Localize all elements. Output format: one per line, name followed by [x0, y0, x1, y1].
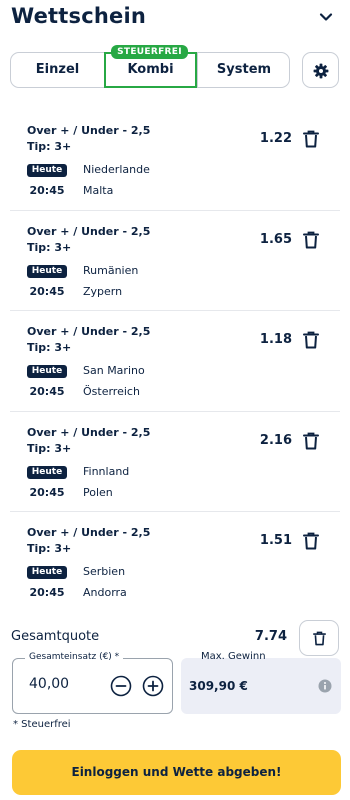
bet-odds: 1.18 [259, 332, 292, 347]
tax-free-footnote: * Steuerfrei [13, 719, 71, 730]
info-icon[interactable] [318, 679, 332, 693]
home-team: San Marino [83, 364, 145, 377]
stake-field: Gesamteinsatz (€) * [12, 652, 173, 714]
today-badge: Heute [27, 164, 67, 177]
gear-icon [313, 63, 329, 79]
bet-odds: 2.16 [259, 432, 292, 448]
trash-icon[interactable] [303, 331, 319, 349]
bet-tip: Tip: 3+ [27, 240, 72, 254]
bet-market: Over + / Under - 2,5 [27, 124, 151, 137]
away-team: Zypern [83, 284, 123, 298]
bet-list: Over + / Under - 2,5 Tip: 3+ 1.22 Heute … [10, 110, 340, 613]
today-badge: Heute [27, 365, 67, 378]
bet-market: Over + / Under - 2,5 [27, 425, 151, 439]
minus-circle-icon[interactable] [110, 675, 132, 697]
max-win-label: Max. Gewinn [201, 651, 266, 662]
max-win-box: Max. Gewinn 309,90 € [181, 651, 341, 714]
match-time: 20:45 [29, 485, 65, 499]
match-time: 20:45 [29, 586, 65, 599]
bet-tip: Tip: 3+ [27, 542, 72, 555]
page-title: Wettschein [11, 4, 147, 28]
bet-item: Over + / Under - 2,5 Tip: 3+ 1.22 Heute … [10, 110, 340, 211]
settings-button[interactable] [302, 52, 339, 88]
bet-odds: 1.22 [259, 131, 292, 146]
today-badge: Heute [27, 566, 67, 579]
match-time: 20:45 [29, 284, 65, 298]
trash-icon [313, 631, 326, 646]
betslip-header: Wettschein [0, 0, 350, 40]
today-badge: Heute [27, 264, 67, 278]
clear-betslip-button[interactable] [299, 620, 339, 656]
bet-tip: Tip: 3+ [27, 441, 72, 455]
bet-market: Over + / Under - 2,5 [27, 325, 151, 338]
bet-item: Over + / Under - 2,5 Tip: 3+ 1.51 Heute … [10, 512, 340, 613]
stake-input[interactable] [29, 676, 89, 692]
max-win-value: 309,90 € [189, 679, 248, 693]
away-team: Malta [83, 184, 114, 197]
tab-system[interactable]: System [197, 53, 290, 87]
chevron-down-icon[interactable] [319, 10, 333, 24]
trash-icon[interactable] [303, 532, 319, 550]
bet-market: Over + / Under - 2,5 [27, 526, 151, 539]
match-time: 20:45 [29, 385, 65, 398]
trash-icon[interactable] [303, 432, 319, 450]
trash-icon[interactable] [303, 231, 319, 249]
away-team: Österreich [83, 385, 140, 398]
total-odds-label: Gesamtquote [11, 629, 100, 644]
login-and-bet-button[interactable]: Einloggen und Wette abgeben! [12, 750, 341, 795]
bet-odds: 1.51 [259, 533, 292, 548]
home-team: Niederlande [83, 163, 150, 176]
stake-label: Gesamteinsatz (€) * [25, 652, 124, 662]
away-team: Andorra [83, 586, 127, 599]
tax-free-badge: STEUERFREI [111, 45, 188, 59]
bet-item: Over + / Under - 2,5 Tip: 3+ 2.16 Heute … [10, 412, 340, 512]
home-team: Finnland [83, 464, 130, 478]
bet-tip: Tip: 3+ [27, 341, 72, 354]
bet-item: Over + / Under - 2,5 Tip: 3+ 1.65 Heute … [10, 211, 340, 311]
trash-icon[interactable] [303, 130, 319, 148]
bet-tip: Tip: 3+ [27, 140, 72, 153]
away-team: Polen [83, 485, 113, 499]
home-team: Rumänien [83, 263, 139, 277]
today-badge: Heute [27, 465, 67, 479]
bet-odds: 1.65 [259, 231, 292, 247]
total-odds-value: 7.74 [254, 629, 287, 644]
bet-item: Over + / Under - 2,5 Tip: 3+ 1.18 Heute … [10, 311, 340, 412]
tab-einzel[interactable]: Einzel [11, 53, 104, 87]
home-team: Serbien [83, 565, 126, 578]
plus-circle-icon[interactable] [142, 675, 164, 697]
bet-market: Over + / Under - 2,5 [27, 224, 151, 238]
match-time: 20:45 [29, 184, 65, 197]
